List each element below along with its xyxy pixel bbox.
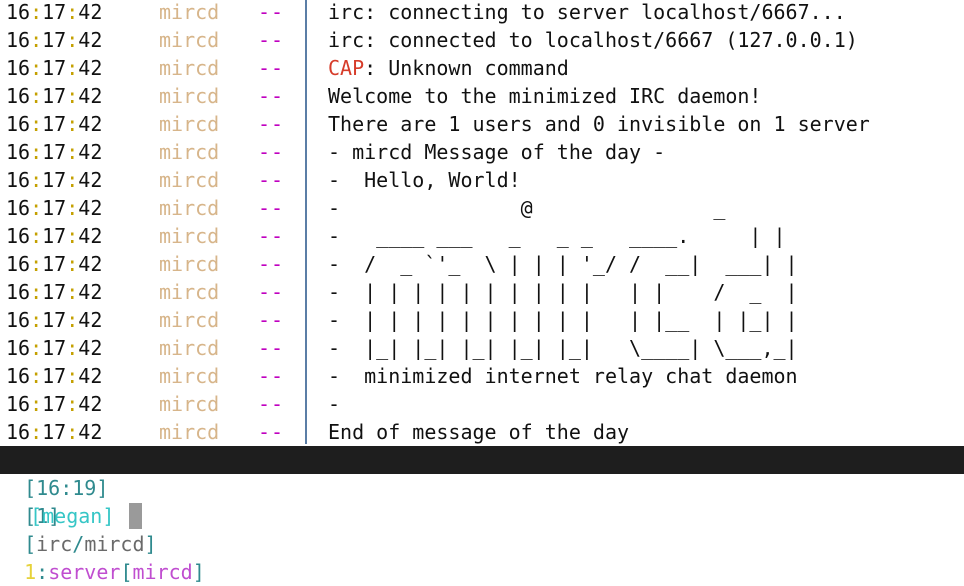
log-nick: mircd xyxy=(159,364,220,388)
log-message: - | | | | | | | | | | | | / _ | xyxy=(328,280,798,304)
log-prefix: -- xyxy=(258,0,285,24)
log-nick: mircd xyxy=(159,420,220,444)
log-prefix: -- xyxy=(258,84,285,108)
log-message: - | | | | | | | | | | | |__ | |_| | xyxy=(328,308,798,332)
log-timestamp: 16:17:42 xyxy=(6,140,103,164)
log-line: 16:17:42 mircd -- - | | | | | | | | | | | |… xyxy=(0,278,964,306)
log-timestamp: 16:17:42 xyxy=(6,56,103,80)
nicklist-divider xyxy=(305,0,307,444)
log-line: 16:17:42 mircd -- irc: connecting to server… xyxy=(0,0,964,26)
log-prefix: -- xyxy=(258,112,285,136)
log-message: There are 1 users and 0 invisible on 1 s… xyxy=(328,112,870,136)
log-timestamp: 16:17:42 xyxy=(6,84,103,108)
log-message: - mircd Message of the day - xyxy=(328,140,666,164)
log-timestamp: 16:17:42 xyxy=(6,392,103,416)
status-buffer[interactable]: 1:server[mircd] xyxy=(24,560,205,584)
log-line: 16:17:42 mircd -- - mircd Message of the da… xyxy=(0,138,964,166)
log-prefix: -- xyxy=(258,56,285,80)
chat-log: 16:17:42 mircd -- irc: connecting to server… xyxy=(0,0,964,446)
log-line: 16:17:42 mircd -- - xyxy=(0,390,964,418)
input-line[interactable]: [megan] xyxy=(6,474,143,529)
log-prefix: -- xyxy=(258,252,285,276)
log-nick: mircd xyxy=(159,224,220,248)
log-nick: mircd xyxy=(159,140,220,164)
log-prefix: -- xyxy=(258,336,285,360)
input-nick: [megan] xyxy=(30,504,115,528)
log-line: 16:17:42 mircd -- CAP: Unknown command xyxy=(0,54,964,82)
log-nick: mircd xyxy=(159,28,220,52)
log-prefix: -- xyxy=(258,420,285,444)
log-timestamp: 16:17:42 xyxy=(6,168,103,192)
log-message: CAP: Unknown command xyxy=(328,56,569,80)
log-nick: mircd xyxy=(159,336,220,360)
log-message: - |_| |_| |_| |_| |_| \____| \___,_| xyxy=(328,336,798,360)
log-timestamp: 16:17:42 xyxy=(6,252,103,276)
log-error-keyword: CAP xyxy=(328,56,365,80)
log-timestamp: 16:17:42 xyxy=(6,112,103,136)
log-line: 16:17:42 mircd -- - / _ `'_ \ | | | '_/ / _… xyxy=(0,250,964,278)
log-nick: mircd xyxy=(159,84,220,108)
log-line: 16:17:42 mircd -- Welcome to the minimized … xyxy=(0,82,964,110)
log-message: - / _ `'_ \ | | | '_/ / __| ___| | xyxy=(328,252,798,276)
log-timestamp: 16:17:42 xyxy=(6,420,103,444)
log-nick: mircd xyxy=(159,196,220,220)
log-prefix: -- xyxy=(258,140,285,164)
log-message: irc: connected to localhost/6667 (127.0.… xyxy=(328,28,858,52)
log-timestamp: 16:17:42 xyxy=(6,0,103,24)
log-line: 16:17:42 mircd -- - | | | | | | | | | | | |… xyxy=(0,306,964,334)
log-timestamp: 16:17:42 xyxy=(6,28,103,52)
log-timestamp: 16:17:42 xyxy=(6,224,103,248)
log-line: 16:17:42 mircd -- - minimized internet rela… xyxy=(0,362,964,390)
log-line: 16:17:42 mircd -- - |_| |_| |_| |_| |_| \__… xyxy=(0,334,964,362)
log-timestamp: 16:17:42 xyxy=(6,308,103,332)
log-line: 16:17:42 mircd -- - Hello, World! xyxy=(0,166,964,194)
log-message: - xyxy=(328,392,341,416)
log-message: irc: connecting to server localhost/6667… xyxy=(328,0,846,24)
log-prefix: -- xyxy=(258,168,285,192)
log-timestamp: 16:17:42 xyxy=(6,196,103,220)
log-message: - Hello, World! xyxy=(328,168,521,192)
log-prefix: -- xyxy=(258,280,285,304)
log-timestamp: 16:17:42 xyxy=(6,280,103,304)
log-timestamp: 16:17:42 xyxy=(6,364,103,388)
log-prefix: -- xyxy=(258,364,285,388)
log-line: 16:17:42 mircd -- - @ _ xyxy=(0,194,964,222)
log-nick: mircd xyxy=(159,0,220,24)
log-message: - minimized internet relay chat daemon xyxy=(328,364,798,388)
log-prefix: -- xyxy=(258,196,285,220)
log-message: - @ _ xyxy=(328,196,726,220)
log-nick: mircd xyxy=(159,392,220,416)
log-line: 16:17:42 mircd -- irc: connected to localho… xyxy=(0,26,964,54)
log-prefix: -- xyxy=(258,28,285,52)
log-prefix: -- xyxy=(258,308,285,332)
log-nick: mircd xyxy=(159,308,220,332)
log-nick: mircd xyxy=(159,112,220,136)
status-network: [irc/mircd] xyxy=(24,532,157,556)
log-timestamp: 16:17:42 xyxy=(6,336,103,360)
log-line: 16:17:42 mircd -- There are 1 users and 0 i… xyxy=(0,110,964,138)
status-bar: [16:19] [1] [irc/mircd] 1:server[mircd] xyxy=(0,446,964,584)
log-nick: mircd xyxy=(159,168,220,192)
log-line: 16:17:42 mircd -- - ____ ___ _ _ _ ____. | … xyxy=(0,222,964,250)
log-nick: mircd xyxy=(159,252,220,276)
log-line: 16:17:42 mircd -- End of message of the day xyxy=(0,418,964,446)
log-message: Welcome to the minimized IRC daemon! xyxy=(328,84,762,108)
text-cursor xyxy=(129,503,143,529)
log-message: End of message of the day xyxy=(328,420,630,444)
log-prefix: -- xyxy=(258,224,285,248)
log-message: - ____ ___ _ _ _ ____. | | xyxy=(328,224,786,248)
log-nick: mircd xyxy=(159,56,220,80)
log-prefix: -- xyxy=(258,392,285,416)
log-nick: mircd xyxy=(159,280,220,304)
